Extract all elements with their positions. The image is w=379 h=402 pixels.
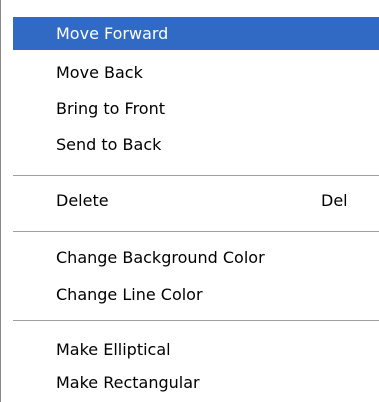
menu-item-change-background-color[interactable]: Change Background Color — [13, 241, 379, 274]
menu-item-move-forward[interactable]: Move Forward — [13, 17, 379, 50]
menu-item-make-elliptical[interactable]: Make Elliptical — [13, 333, 379, 366]
context-menu: Move Forward Move Back Bring to Front Se… — [0, 0, 379, 402]
menu-separator — [13, 320, 379, 322]
menu-item-move-back[interactable]: Move Back — [13, 56, 379, 89]
menu-item-label: Send to Back — [56, 135, 162, 154]
menu-separator — [13, 231, 379, 233]
menu-item-label: Make Elliptical — [56, 340, 171, 359]
menu-separator — [13, 175, 379, 177]
menu-item-shortcut: Del — [321, 191, 348, 210]
menu-item-bring-to-front[interactable]: Bring to Front — [13, 92, 379, 125]
menu-item-label: Move Forward — [56, 24, 169, 43]
menu-item-label: Change Background Color — [56, 248, 265, 267]
menu-item-send-to-back[interactable]: Send to Back — [13, 128, 379, 161]
menu-item-label: Move Back — [56, 63, 143, 82]
menu-item-label: Delete — [56, 191, 109, 210]
menu-item-make-rectangular[interactable]: Make Rectangular — [13, 366, 379, 399]
menu-item-label: Bring to Front — [56, 99, 165, 118]
menu-item-change-line-color[interactable]: Change Line Color — [13, 278, 379, 311]
menu-item-label: Make Rectangular — [56, 373, 200, 392]
menu-item-delete[interactable]: Delete Del — [13, 184, 379, 217]
menu-item-label: Change Line Color — [56, 285, 203, 304]
